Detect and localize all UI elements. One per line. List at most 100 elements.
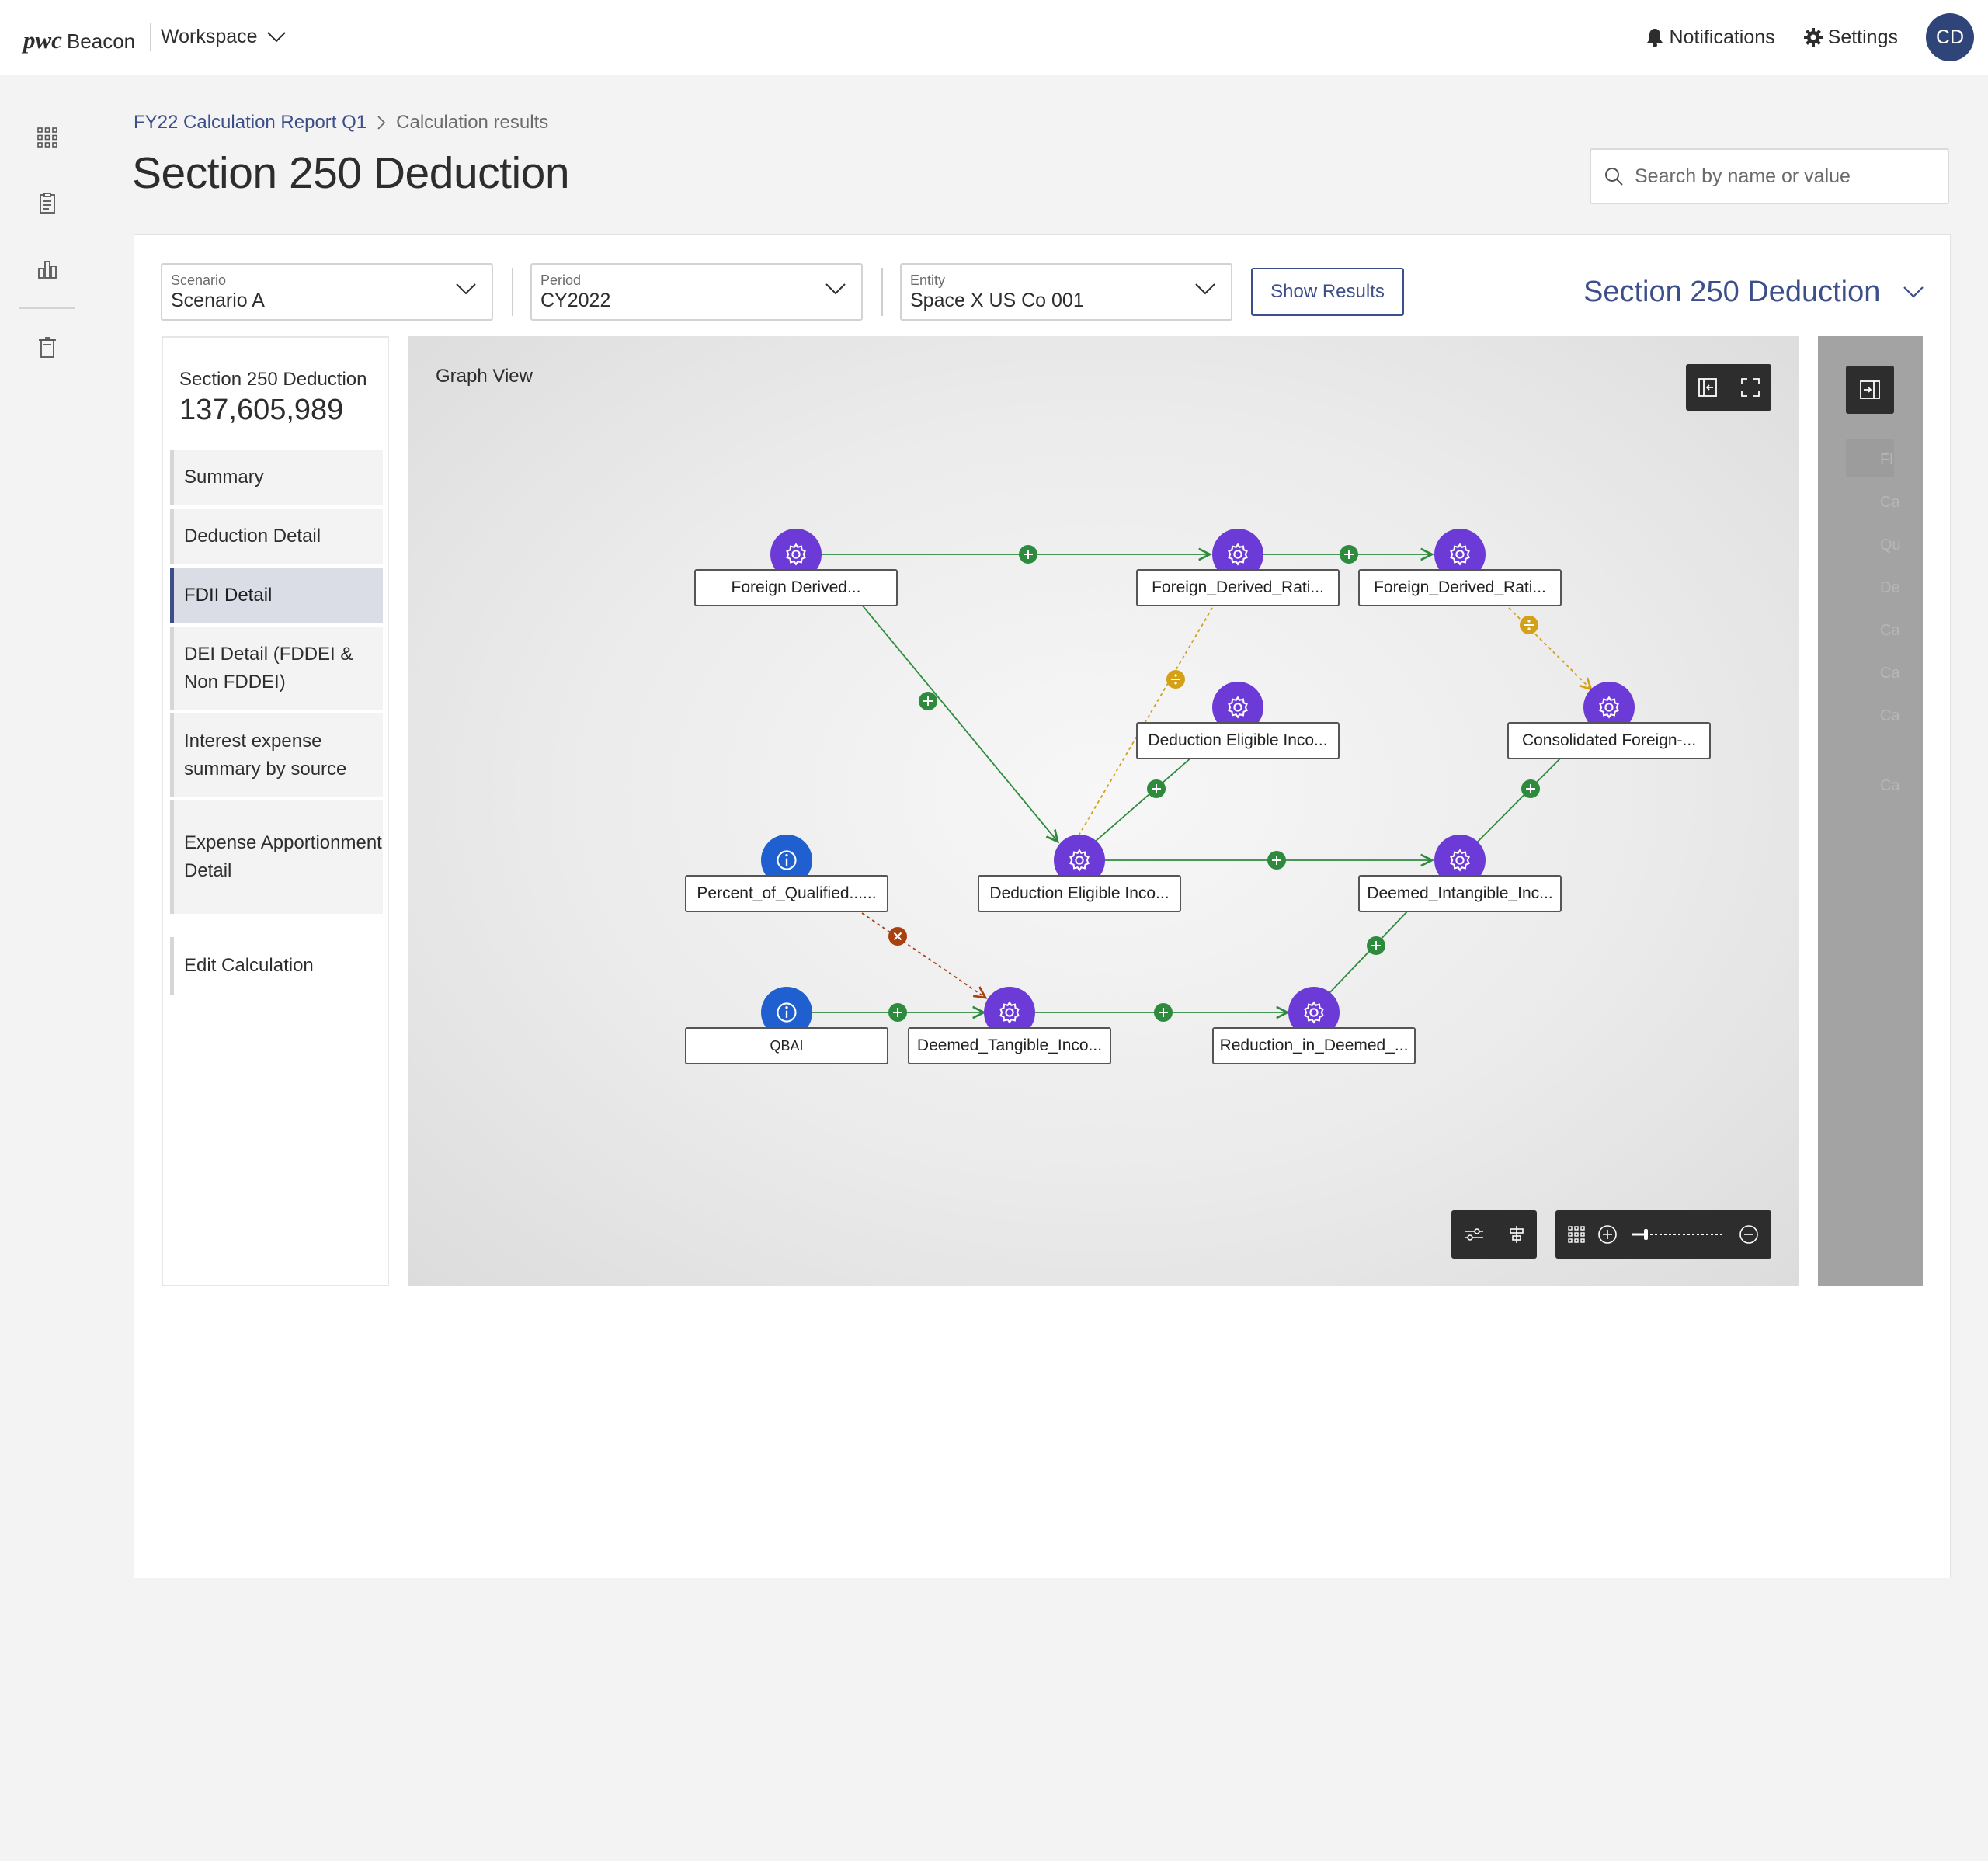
nav-item-label: Deduction Detail: [184, 526, 321, 547]
graph-zoom-toolbar: [1555, 1210, 1771, 1259]
chevron-down-icon: [1903, 286, 1924, 298]
nav-item-deduction-detail[interactable]: Deduction Detail: [170, 509, 383, 564]
bar-chart-icon[interactable]: [36, 258, 59, 281]
graph-node-label[interactable]: Consolidated Foreign-...: [1507, 722, 1711, 759]
expand-panel-icon: [1860, 380, 1880, 399]
graph-node-label[interactable]: Reduction_in_Deemed_...: [1212, 1027, 1416, 1064]
graph-view-canvas[interactable]: Graph View Foreign Derived... Foreign_De…: [408, 336, 1799, 1286]
panel-ghost-text: Fl: [1880, 451, 1893, 468]
main-card: Scenario Scenario A Period CY2022 Entity…: [134, 234, 1951, 1578]
logo-pwc-text: pwc: [23, 26, 62, 54]
graph-node-label[interactable]: QBAI: [685, 1027, 888, 1064]
zoom-in-icon[interactable]: [1597, 1224, 1618, 1245]
calculation-nav-panel: Section 250 Deduction 137,605,989 Summar…: [162, 336, 389, 1286]
notifications-button[interactable]: Notifications: [1646, 26, 1775, 49]
chevron-down-icon: [1195, 283, 1215, 295]
edit-calculation-label: Edit Calculation: [184, 955, 314, 976]
edit-calculation-link[interactable]: Edit Calculation: [170, 937, 383, 995]
graph-node-label[interactable]: Foreign Derived...: [694, 569, 898, 606]
graph-node-label[interactable]: Percent_of_Qualified......: [685, 875, 888, 912]
filter-divider: [512, 268, 513, 316]
filter-toggle-icon[interactable]: [1464, 1227, 1484, 1242]
zoom-out-icon[interactable]: [1739, 1224, 1759, 1245]
details-side-panel: Fl Ca Qu De Ca Ca Ca Ca: [1818, 336, 1923, 1286]
search-box[interactable]: [1590, 148, 1949, 204]
panel-ghost-text: Ca: [1880, 777, 1900, 794]
graph-node-label[interactable]: Deemed_Tangible_Inco...: [908, 1027, 1111, 1064]
rail-divider: [19, 307, 75, 309]
divide-operator-icons: [1166, 616, 1538, 689]
apps-grid-icon[interactable]: [36, 126, 59, 149]
graph-edges: [809, 545, 1799, 1022]
graph-layout-toolbar: [1451, 1210, 1537, 1259]
nav-item-fdii-detail[interactable]: FDII Detail: [170, 568, 383, 623]
nav-item-label: FDII Detail: [184, 585, 273, 606]
edge-n1-n7: [842, 581, 1058, 842]
period-label: Period: [540, 273, 582, 288]
gear-icon: [1803, 28, 1823, 47]
nav-item-label: Expense Apportionment Detail: [184, 832, 382, 881]
panel-ghost-text: Ca: [1880, 622, 1900, 639]
entity-label: Entity: [910, 273, 946, 288]
scenario-dropdown[interactable]: Scenario Scenario A: [161, 263, 493, 321]
chevron-down-icon: [456, 283, 476, 295]
panel-ghost-text: De: [1880, 579, 1900, 596]
user-avatar[interactable]: CD: [1926, 13, 1974, 61]
chevron-down-icon: [825, 283, 846, 295]
workspace-label: Workspace: [161, 26, 258, 47]
top-right-actions: Notifications Settings CD: [1646, 12, 1974, 62]
settings-button[interactable]: Settings: [1803, 26, 1898, 49]
panel-ghost-text: Ca: [1880, 707, 1900, 724]
add-operator-icons: [888, 545, 1540, 1022]
edge-n11-n8: [1327, 908, 1410, 995]
scenario-label: Scenario: [171, 273, 227, 288]
document-icon[interactable]: [36, 192, 59, 215]
bell-icon: [1647, 29, 1663, 47]
graph-node-label[interactable]: Foreign_Derived_Rati...: [1358, 569, 1562, 606]
entity-value: Space X US Co 001: [910, 290, 1084, 311]
graph-node-label[interactable]: Deduction Eligible Inco...: [1136, 722, 1340, 759]
edge-n7-n4: [1093, 756, 1193, 843]
nav-panel-total-value: 137,605,989: [179, 394, 344, 426]
breadcrumb-current: Calculation results: [396, 112, 549, 133]
notifications-label: Notifications: [1669, 26, 1775, 48]
section-selector-value: Section 250 Deduction: [1583, 276, 1881, 308]
section-selector[interactable]: Section 250 Deduction: [1583, 276, 1924, 309]
nav-item-expense-apportionment[interactable]: Expense Apportionment Detail: [170, 800, 383, 914]
breadcrumb-parent-link[interactable]: FY22 Calculation Report Q1: [134, 112, 367, 134]
chevron-down-icon: [266, 31, 286, 42]
edge-n8-n5: [1476, 756, 1562, 843]
entity-dropdown[interactable]: Entity Space X US Co 001: [900, 263, 1232, 321]
graph-node-label[interactable]: Deduction Eligible Inco...: [978, 875, 1181, 912]
filter-divider: [881, 268, 883, 316]
panel-ghost-text: Ca: [1880, 494, 1900, 511]
logo-product-text: Beacon: [66, 30, 136, 53]
nav-item-interest-expense-summary[interactable]: Interest expense summary by source: [170, 713, 383, 797]
trash-icon[interactable]: [36, 336, 59, 359]
page-title: Section 250 Deduction: [132, 148, 570, 198]
nav-panel-title: Section 250 Deduction: [179, 369, 367, 390]
multiply-operator-icon: [888, 927, 907, 946]
nav-item-label: DEI Detail (FDDEI & Non FDDEI): [184, 644, 353, 693]
zoom-slider[interactable]: [1630, 1227, 1726, 1242]
minimap-grid-icon[interactable]: [1568, 1226, 1585, 1243]
workspace-dropdown[interactable]: Workspace: [161, 26, 286, 48]
pwc-beacon-logo[interactable]: pwc Beacon: [23, 26, 136, 54]
period-value: CY2022: [540, 290, 611, 311]
align-icon[interactable]: [1508, 1225, 1525, 1244]
graph-node-label[interactable]: Deemed_Intangible_Inc...: [1358, 875, 1562, 912]
scenario-value: Scenario A: [171, 290, 265, 311]
nav-item-dei-detail[interactable]: DEI Detail (FDDEI & Non FDDEI): [170, 627, 383, 710]
panel-ghost-text: Ca: [1880, 665, 1900, 682]
nav-item-summary[interactable]: Summary: [170, 450, 383, 505]
nav-item-label: Summary: [184, 467, 264, 488]
expand-panel-button[interactable]: [1846, 366, 1894, 414]
settings-label: Settings: [1827, 26, 1898, 48]
period-dropdown[interactable]: Period CY2022: [530, 263, 863, 321]
nav-item-label: Interest expense summary by source: [184, 731, 347, 779]
top-bar: pwc Beacon Workspace Notifications Setti…: [0, 0, 1988, 75]
search-input[interactable]: [1635, 165, 1930, 188]
breadcrumb: FY22 Calculation Report Q1 Calculation r…: [134, 112, 548, 134]
graph-node-label[interactable]: Foreign_Derived_Rati...: [1136, 569, 1340, 606]
show-results-button[interactable]: Show Results: [1251, 268, 1404, 316]
